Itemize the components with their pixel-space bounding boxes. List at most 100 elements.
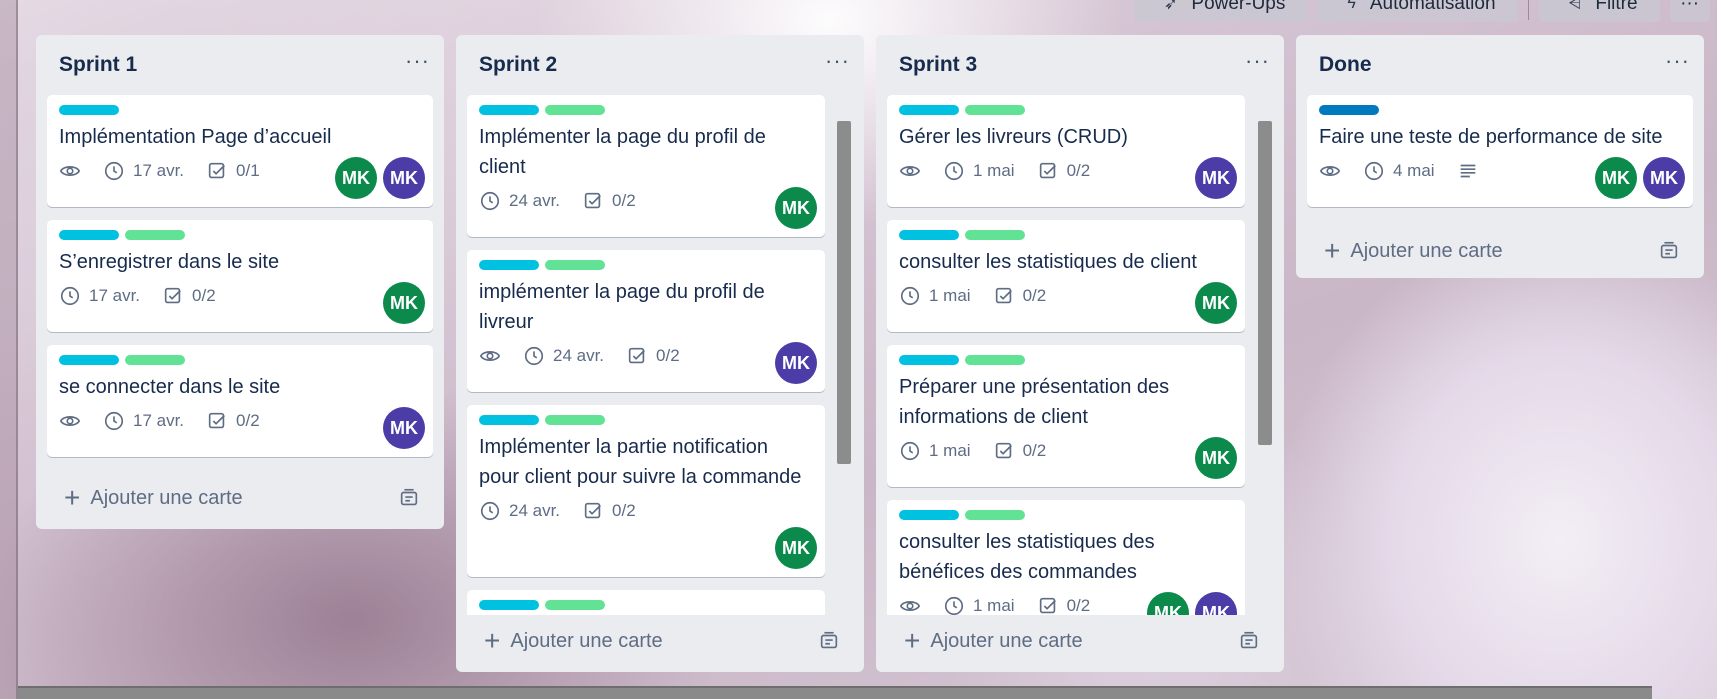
card-badges: 1 mai 0/2 xyxy=(899,434,1233,468)
list-title[interactable]: Sprint 1 xyxy=(59,53,137,77)
card[interactable]: se connecter dans le site 17 avr. 0/2 MK xyxy=(47,345,433,457)
avatar[interactable]: MK xyxy=(775,342,817,384)
card[interactable]: Implémenter la partie notification pour … xyxy=(467,405,825,577)
clock-icon xyxy=(524,346,544,366)
due-date-badge[interactable]: 17 avr. xyxy=(59,285,140,307)
checklist-badge: 0/2 xyxy=(582,500,636,522)
add-card-button[interactable]: + Ajouter une carte xyxy=(484,627,663,655)
add-card-button[interactable]: + Ajouter une carte xyxy=(64,484,243,512)
card-template-icon[interactable] xyxy=(818,630,840,652)
avatar[interactable]: MK xyxy=(1595,157,1637,199)
avatar[interactable]: MK xyxy=(383,157,425,199)
label-green[interactable] xyxy=(545,600,605,610)
board-horizontal-scrollbar[interactable] xyxy=(18,686,1652,699)
card-template-icon[interactable] xyxy=(1238,630,1260,652)
powerups-button[interactable]: ➶ Power-Ups xyxy=(1134,0,1308,22)
label-cyan[interactable] xyxy=(899,355,959,365)
label-cyan[interactable] xyxy=(899,105,959,115)
checklist-badge: 0/2 xyxy=(162,285,216,307)
card-members: MK MK xyxy=(1595,157,1685,199)
label-green[interactable] xyxy=(965,355,1025,365)
avatar[interactable]: MK xyxy=(1195,157,1237,199)
card[interactable]: Préparer une présentation des informatio… xyxy=(887,345,1245,487)
label-green[interactable] xyxy=(965,105,1025,115)
label-cyan[interactable] xyxy=(59,355,119,365)
card-template-icon[interactable] xyxy=(398,487,420,509)
label-cyan[interactable] xyxy=(899,230,959,240)
due-date-badge[interactable]: 1 mai xyxy=(899,440,971,462)
checklist-badge: 0/2 xyxy=(582,190,636,212)
due-date-badge[interactable]: 4 mai xyxy=(1363,160,1435,182)
card[interactable]: Implémentation Page d’accueil 17 avr. 0/… xyxy=(47,95,433,207)
label-green[interactable] xyxy=(545,260,605,270)
label-green[interactable] xyxy=(125,230,185,240)
card[interactable]: Gérer les livreurs (CRUD) 1 mai 0/2 MK xyxy=(887,95,1245,207)
list-menu-button[interactable]: ··· xyxy=(405,50,430,72)
list-title[interactable]: Done xyxy=(1319,53,1372,77)
label-cyan[interactable] xyxy=(479,600,539,610)
more-icon: ··· xyxy=(1665,48,1690,73)
due-date-badge[interactable]: 24 avr. xyxy=(479,500,560,522)
due-date-badge[interactable]: 1 mai xyxy=(943,160,1015,182)
label-cyan[interactable] xyxy=(59,105,119,115)
card[interactable]: consulter les statistiques de client 1 m… xyxy=(887,220,1245,332)
avatar[interactable]: MK xyxy=(1643,157,1685,199)
list-scrollbar[interactable] xyxy=(1258,121,1272,445)
label-blue[interactable] xyxy=(1319,105,1379,115)
board-toolbar: ➶ Power-Ups ϟ Automatisation ⩤ Filtre ··… xyxy=(1134,0,1710,22)
due-date-badge[interactable]: 17 avr. xyxy=(103,160,184,182)
label-cyan[interactable] xyxy=(479,260,539,270)
board-menu-button[interactable]: ··· xyxy=(1669,0,1710,22)
add-card-label: Ajouter une carte xyxy=(1350,239,1503,262)
watch-badge xyxy=(1319,160,1341,182)
checklist-badge: 0/2 xyxy=(206,410,260,432)
card[interactable]: consulter les statistiques des bénéfices… xyxy=(887,500,1245,615)
avatar[interactable]: MK xyxy=(383,282,425,324)
card[interactable]: S’enregistrer dans le site 17 avr. 0/2 M… xyxy=(47,220,433,332)
due-date-badge[interactable]: 17 avr. xyxy=(103,410,184,432)
label-green[interactable] xyxy=(965,510,1025,520)
checkbox-icon xyxy=(995,287,1012,304)
add-card-button[interactable]: + Ajouter une carte xyxy=(1324,237,1503,265)
due-date-badge[interactable]: 24 avr. xyxy=(479,190,560,212)
label-cyan[interactable] xyxy=(59,230,119,240)
filter-button[interactable]: ⩤ Filtre xyxy=(1538,0,1660,22)
label-green[interactable] xyxy=(545,415,605,425)
avatar[interactable]: MK xyxy=(335,157,377,199)
avatar[interactable]: MK xyxy=(1195,592,1237,615)
label-green[interactable] xyxy=(965,230,1025,240)
list-scrollbar[interactable] xyxy=(837,121,851,464)
card-members: MK xyxy=(775,187,817,229)
label-green[interactable] xyxy=(125,355,185,365)
list-menu-button[interactable]: ··· xyxy=(1245,50,1270,72)
card[interactable]: Implémenter la page du profil de client … xyxy=(467,95,825,237)
card-labels xyxy=(59,230,421,240)
due-date-badge[interactable]: 24 avr. xyxy=(523,345,604,367)
label-cyan[interactable] xyxy=(899,510,959,520)
label-cyan[interactable] xyxy=(479,105,539,115)
list-menu-button[interactable]: ··· xyxy=(825,50,850,72)
card[interactable] xyxy=(467,590,825,615)
avatar[interactable]: MK xyxy=(383,407,425,449)
description-badge xyxy=(1457,160,1479,182)
card[interactable]: implémenter la page du profil de livreur… xyxy=(467,250,825,392)
list-title[interactable]: Sprint 2 xyxy=(479,53,557,77)
card[interactable]: Faire une teste de performance de site 4… xyxy=(1307,95,1693,207)
card-template-icon[interactable] xyxy=(1658,240,1680,262)
avatar[interactable]: MK xyxy=(1195,282,1237,324)
label-cyan[interactable] xyxy=(479,415,539,425)
checklist-badge: 0/2 xyxy=(993,440,1046,462)
filter-label: Filtre xyxy=(1595,0,1638,14)
automation-button[interactable]: ϟ Automatisation xyxy=(1317,0,1518,22)
due-date-badge[interactable]: 1 mai xyxy=(943,595,1015,615)
list-menu-button[interactable]: ··· xyxy=(1665,50,1690,72)
checklist-count: 0/2 xyxy=(192,286,216,305)
label-green[interactable] xyxy=(545,105,605,115)
due-date-badge[interactable]: 1 mai xyxy=(899,285,971,307)
list-title[interactable]: Sprint 3 xyxy=(899,53,977,77)
add-card-button[interactable]: + Ajouter une carte xyxy=(904,627,1083,655)
avatar[interactable]: MK xyxy=(1195,437,1237,479)
avatar[interactable]: MK xyxy=(775,187,817,229)
avatar[interactable]: MK xyxy=(1147,592,1189,615)
avatar[interactable]: MK xyxy=(775,527,817,569)
